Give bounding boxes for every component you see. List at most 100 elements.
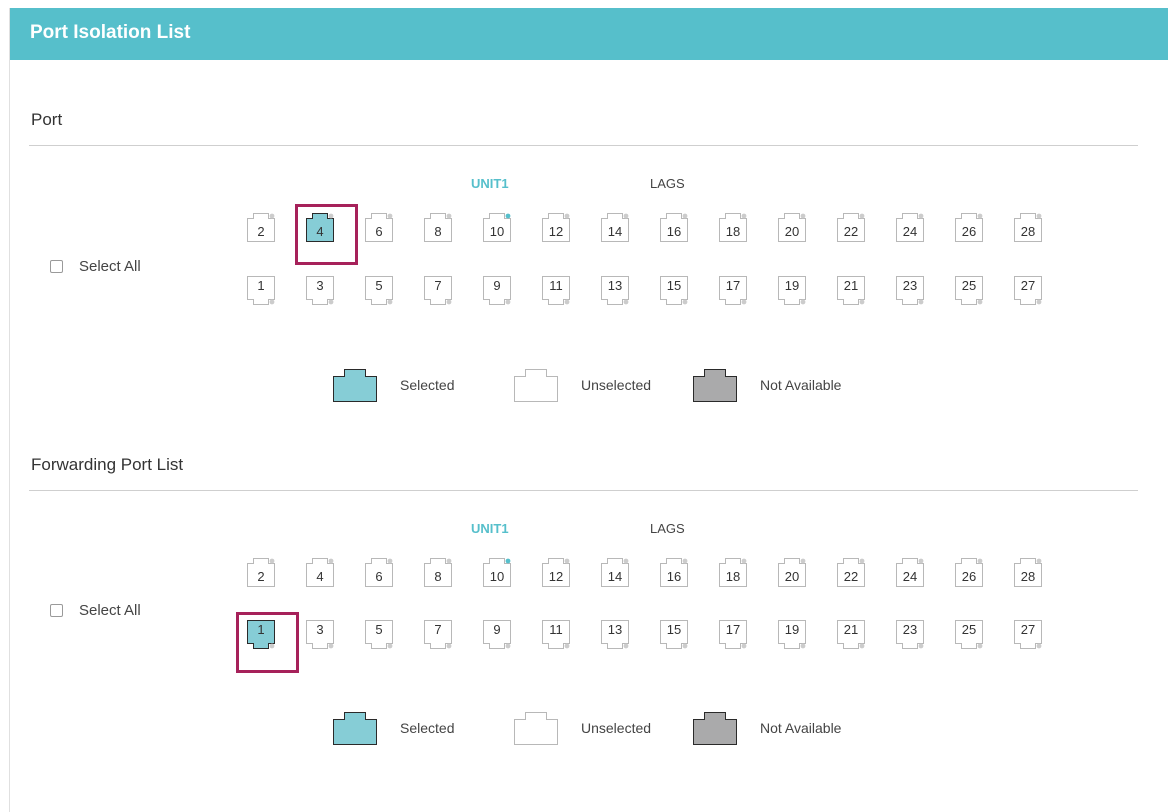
port-27[interactable]: 27 xyxy=(1014,620,1042,650)
port-18[interactable]: 18 xyxy=(719,212,747,242)
port-9[interactable]: 9 xyxy=(483,276,511,306)
port-number: 25 xyxy=(961,278,977,293)
port-17[interactable]: 17 xyxy=(719,276,747,306)
link-status-dot xyxy=(1036,299,1042,305)
port-outline xyxy=(693,369,737,402)
port-12[interactable]: 12 xyxy=(542,212,570,242)
port-28[interactable]: 28 xyxy=(1014,557,1042,587)
port-18[interactable]: 18 xyxy=(719,557,747,587)
port-27[interactable]: 27 xyxy=(1014,276,1042,306)
link-status-dot xyxy=(859,299,865,305)
port-number: 26 xyxy=(961,224,977,239)
legend-not-available-port-icon xyxy=(693,711,737,745)
link-status-dot xyxy=(623,299,629,305)
link-status-dot xyxy=(1036,558,1042,564)
port-number: 2 xyxy=(257,569,265,584)
link-status-dot xyxy=(741,643,747,649)
port-8[interactable]: 8 xyxy=(424,557,452,587)
port-23[interactable]: 23 xyxy=(896,620,924,650)
port-19[interactable]: 19 xyxy=(778,276,806,306)
tab-unit1[interactable]: UNIT1 xyxy=(471,521,509,536)
port-number: 21 xyxy=(843,278,859,293)
port-number: 7 xyxy=(434,622,442,637)
tab-unit1[interactable]: UNIT1 xyxy=(471,176,509,191)
port-13[interactable]: 13 xyxy=(601,620,629,650)
link-status-dot xyxy=(328,643,334,649)
port-number: 5 xyxy=(375,278,383,293)
port-5[interactable]: 5 xyxy=(365,276,393,306)
port-8[interactable]: 8 xyxy=(424,212,452,242)
link-status-dot xyxy=(859,643,865,649)
port-26[interactable]: 26 xyxy=(955,557,983,587)
panel-title: Port Isolation List xyxy=(30,22,191,43)
select-all-checkbox[interactable] xyxy=(50,259,63,273)
link-status-dot xyxy=(446,213,452,219)
port-14[interactable]: 14 xyxy=(601,557,629,587)
port-outline xyxy=(693,712,737,745)
port-16[interactable]: 16 xyxy=(660,212,688,242)
port-22[interactable]: 22 xyxy=(837,212,865,242)
link-status-dot xyxy=(977,558,983,564)
select-all-forwarding[interactable]: Select All xyxy=(50,600,141,620)
port-3[interactable]: 3 xyxy=(306,620,334,650)
port-9[interactable]: 9 xyxy=(483,620,511,650)
link-status-dot xyxy=(918,213,924,219)
port-16[interactable]: 16 xyxy=(660,557,688,587)
port-12[interactable]: 12 xyxy=(542,557,570,587)
port-20[interactable]: 20 xyxy=(778,557,806,587)
port-6[interactable]: 6 xyxy=(365,212,393,242)
port-19[interactable]: 19 xyxy=(778,620,806,650)
port-21[interactable]: 21 xyxy=(837,620,865,650)
port-1[interactable]: 1 xyxy=(247,620,275,650)
port-13[interactable]: 13 xyxy=(601,276,629,306)
legend-label: Selected xyxy=(400,720,455,736)
tab-lags[interactable]: LAGS xyxy=(650,521,685,536)
port-10[interactable]: 10 xyxy=(483,557,511,587)
link-status-dot xyxy=(800,558,806,564)
port-number: 9 xyxy=(493,278,501,293)
port-2[interactable]: 2 xyxy=(247,212,275,242)
tab-lags[interactable]: LAGS xyxy=(650,176,685,191)
port-14[interactable]: 14 xyxy=(601,212,629,242)
link-status-dot xyxy=(859,213,865,219)
link-status-dot xyxy=(859,558,865,564)
port-11[interactable]: 11 xyxy=(542,620,570,650)
port-number: 12 xyxy=(548,569,564,584)
link-status-dot xyxy=(623,643,629,649)
port-24[interactable]: 24 xyxy=(896,557,924,587)
port-11[interactable]: 11 xyxy=(542,276,570,306)
port-6[interactable]: 6 xyxy=(365,557,393,587)
port-number: 2 xyxy=(257,224,265,239)
port-number: 20 xyxy=(784,569,800,584)
port-23[interactable]: 23 xyxy=(896,276,924,306)
port-number: 14 xyxy=(607,224,623,239)
port-4[interactable]: 4 xyxy=(306,212,334,242)
port-10[interactable]: 10 xyxy=(483,212,511,242)
port-7[interactable]: 7 xyxy=(424,620,452,650)
port-1[interactable]: 1 xyxy=(247,276,275,306)
port-number: 8 xyxy=(434,569,442,584)
port-17[interactable]: 17 xyxy=(719,620,747,650)
port-20[interactable]: 20 xyxy=(778,212,806,242)
port-number: 16 xyxy=(666,569,682,584)
port-28[interactable]: 28 xyxy=(1014,212,1042,242)
port-2[interactable]: 2 xyxy=(247,557,275,587)
port-number: 15 xyxy=(666,278,682,293)
port-24[interactable]: 24 xyxy=(896,212,924,242)
port-4[interactable]: 4 xyxy=(306,557,334,587)
port-26[interactable]: 26 xyxy=(955,212,983,242)
select-all-label: Select All xyxy=(79,601,141,619)
port-15[interactable]: 15 xyxy=(660,620,688,650)
port-21[interactable]: 21 xyxy=(837,276,865,306)
select-all-port[interactable]: Select All xyxy=(50,256,141,276)
port-3[interactable]: 3 xyxy=(306,276,334,306)
select-all-checkbox[interactable] xyxy=(50,603,63,617)
port-5[interactable]: 5 xyxy=(365,620,393,650)
port-22[interactable]: 22 xyxy=(837,557,865,587)
port-15[interactable]: 15 xyxy=(660,276,688,306)
port-25[interactable]: 25 xyxy=(955,620,983,650)
port-7[interactable]: 7 xyxy=(424,276,452,306)
port-25[interactable]: 25 xyxy=(955,276,983,306)
port-number: 17 xyxy=(725,278,741,293)
port-number: 11 xyxy=(549,278,563,293)
